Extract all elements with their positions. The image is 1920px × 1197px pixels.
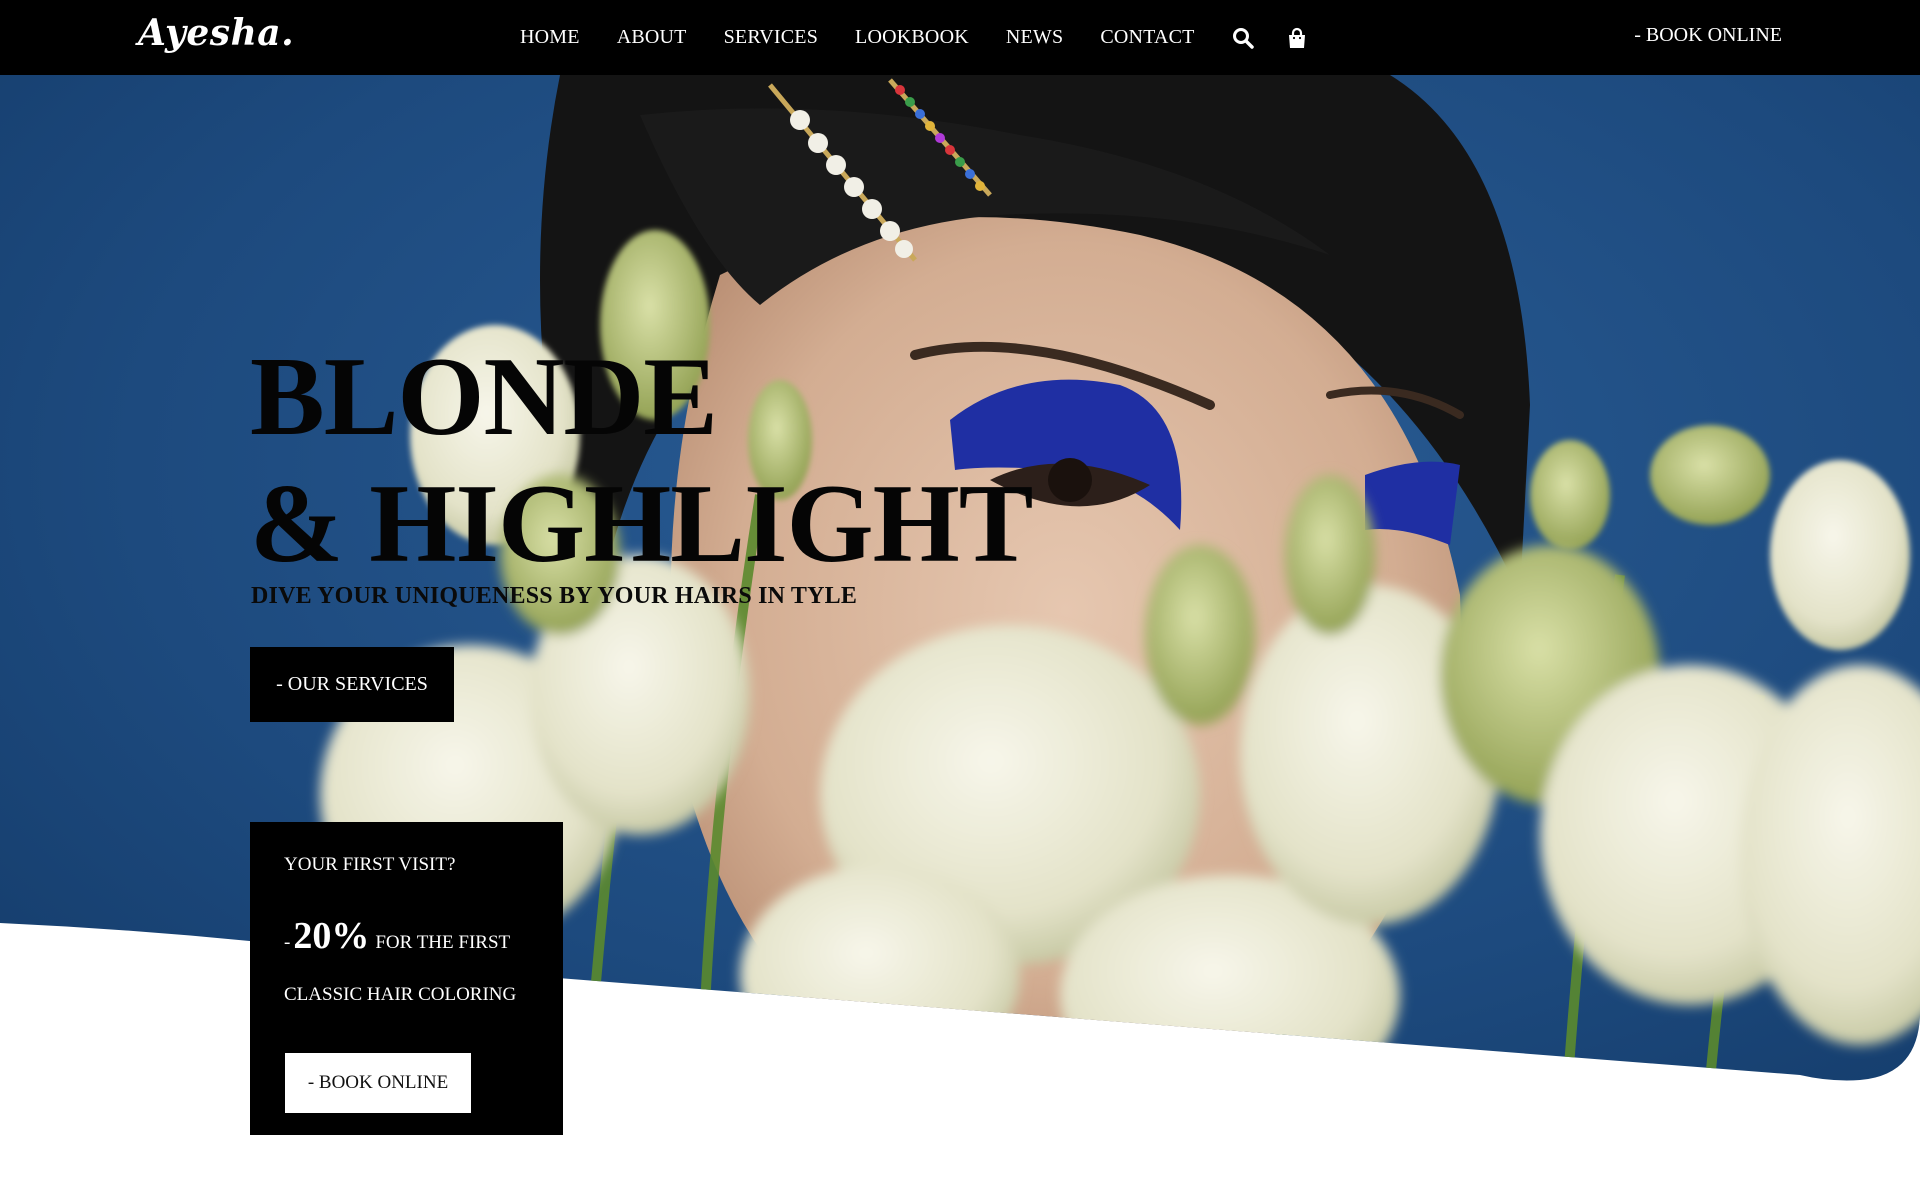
promo-line1-tail: FOR THE FIRST [375, 932, 511, 953]
site-logo[interactable]: Ayesha. [138, 12, 294, 54]
promo-discount-line: - 20% FOR THE FIRST [284, 914, 510, 958]
promo-book-online-button[interactable]: - BOOK ONLINE [285, 1053, 471, 1113]
our-services-button[interactable]: - OUR SERVICES [250, 647, 454, 722]
promo-percent: 20% [293, 915, 370, 957]
search-icon[interactable] [1232, 27, 1254, 49]
promo-dash: - [284, 932, 291, 953]
nav-contact[interactable]: CONTACT [1100, 26, 1194, 49]
hero-title-line2: & HIGHLIGHT [250, 462, 1033, 586]
nav-news[interactable]: NEWS [1006, 26, 1063, 49]
nav-book-online-button[interactable]: - BOOK ONLINE [1634, 24, 1782, 47]
nav-lookbook[interactable]: LOOKBOOK [855, 26, 969, 49]
nav-about[interactable]: ABOUT [617, 26, 687, 49]
hero-subtitle: DIVE YOUR UNIQUENESS BY YOUR HAIRS IN TY… [251, 583, 858, 609]
promo-line2: CLASSIC HAIR COLORING [284, 984, 517, 1005]
hero-title-line1: BLONDE [250, 335, 718, 459]
promo-question: YOUR FIRST VISIT? [284, 854, 456, 875]
nav-services[interactable]: SERVICES [724, 26, 818, 49]
nav-home[interactable]: HOME [520, 26, 580, 49]
top-navbar: Ayesha. HOME ABOUT SERVICES LOOKBOOK NEW… [0, 0, 1920, 75]
shopping-bag-icon[interactable] [1286, 27, 1308, 49]
first-visit-promo-card: YOUR FIRST VISIT? - 20% FOR THE FIRST CL… [250, 822, 563, 1135]
main-nav: HOME ABOUT SERVICES LOOKBOOK NEWS CONTAC… [520, 0, 1340, 75]
